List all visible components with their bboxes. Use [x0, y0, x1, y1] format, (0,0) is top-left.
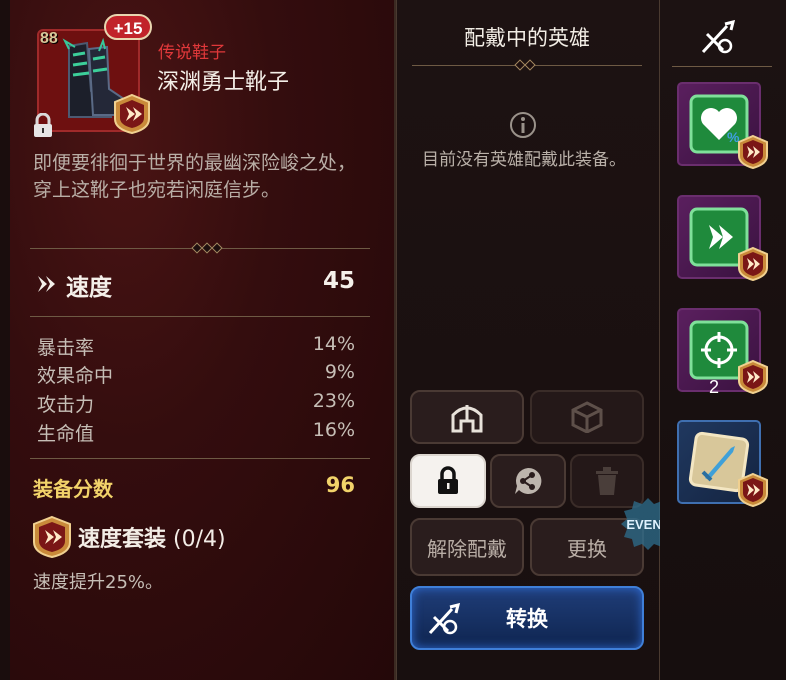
- sub-stat-label: 攻击力: [37, 394, 95, 416]
- item-level: 88: [40, 30, 58, 47]
- set-effect: 速度提升25%。: [33, 572, 164, 593]
- random-button[interactable]: [530, 390, 644, 444]
- share-icon: [515, 467, 542, 494]
- set-title: 速度套装 (0/4): [78, 521, 226, 553]
- convert-label: 转换: [506, 607, 548, 631]
- set-progress: (0/4): [173, 527, 226, 552]
- hero-filter-button[interactable]: [410, 390, 524, 444]
- sub-stat-label: 暴击率: [37, 337, 95, 359]
- helmet-icon: [451, 405, 483, 433]
- speed-set-badge-icon: [114, 93, 150, 135]
- speed-set-badge-icon: [738, 359, 768, 395]
- sub-stat-value: 14%: [312, 333, 355, 355]
- no-hero-message: 目前没有英雄配戴此装备。: [422, 150, 626, 170]
- convert-icon[interactable]: [699, 20, 737, 56]
- item-rarity: 传说鞋子: [158, 43, 226, 63]
- divider: [30, 316, 370, 317]
- equipped-hero-title: 配戴中的英雄: [464, 26, 590, 50]
- trash-icon: [596, 467, 618, 495]
- speed-set-icon: [33, 515, 71, 559]
- convert-icon: [428, 603, 461, 635]
- lock-button[interactable]: [410, 454, 486, 508]
- sub-stat-label: 生命值: [37, 423, 95, 445]
- speed-icon: [38, 276, 55, 292]
- divider: [30, 458, 370, 459]
- item-description: 即便要徘徊于世界的最幽深险峻之处，穿上这靴子也宛若闲庭信步。: [33, 152, 357, 201]
- material-count: 2: [709, 377, 720, 397]
- enhance-badge: +15: [104, 14, 152, 40]
- sub-stat-value: 16%: [312, 419, 355, 441]
- convert-button[interactable]: 转换: [410, 586, 644, 650]
- divider: [672, 66, 772, 67]
- speed-set-badge-icon: [738, 134, 768, 170]
- lock-icon[interactable]: [31, 113, 55, 139]
- unequip-button[interactable]: 解除配戴: [410, 518, 524, 576]
- sub-stat-value: 23%: [312, 390, 355, 412]
- set-name: 速度套装: [78, 527, 167, 552]
- item-name: 深渊勇士靴子: [157, 70, 290, 95]
- speed-set-badge-icon: [738, 246, 768, 282]
- share-button[interactable]: [490, 454, 566, 508]
- dice-icon: [571, 401, 603, 433]
- main-stat-label: 速度: [66, 275, 112, 301]
- lock-icon: [438, 466, 458, 494]
- gear-score-value: 96: [325, 473, 355, 497]
- gear-score-label: 装备分数: [33, 477, 113, 501]
- sub-stat-label: 效果命中: [37, 365, 114, 387]
- equipped-hero-panel: [396, 0, 660, 680]
- main-stat-value: 45: [322, 268, 355, 294]
- sub-stat-value: 9%: [324, 361, 355, 383]
- speed-set-badge-icon: [738, 472, 768, 508]
- info-icon: [510, 112, 536, 138]
